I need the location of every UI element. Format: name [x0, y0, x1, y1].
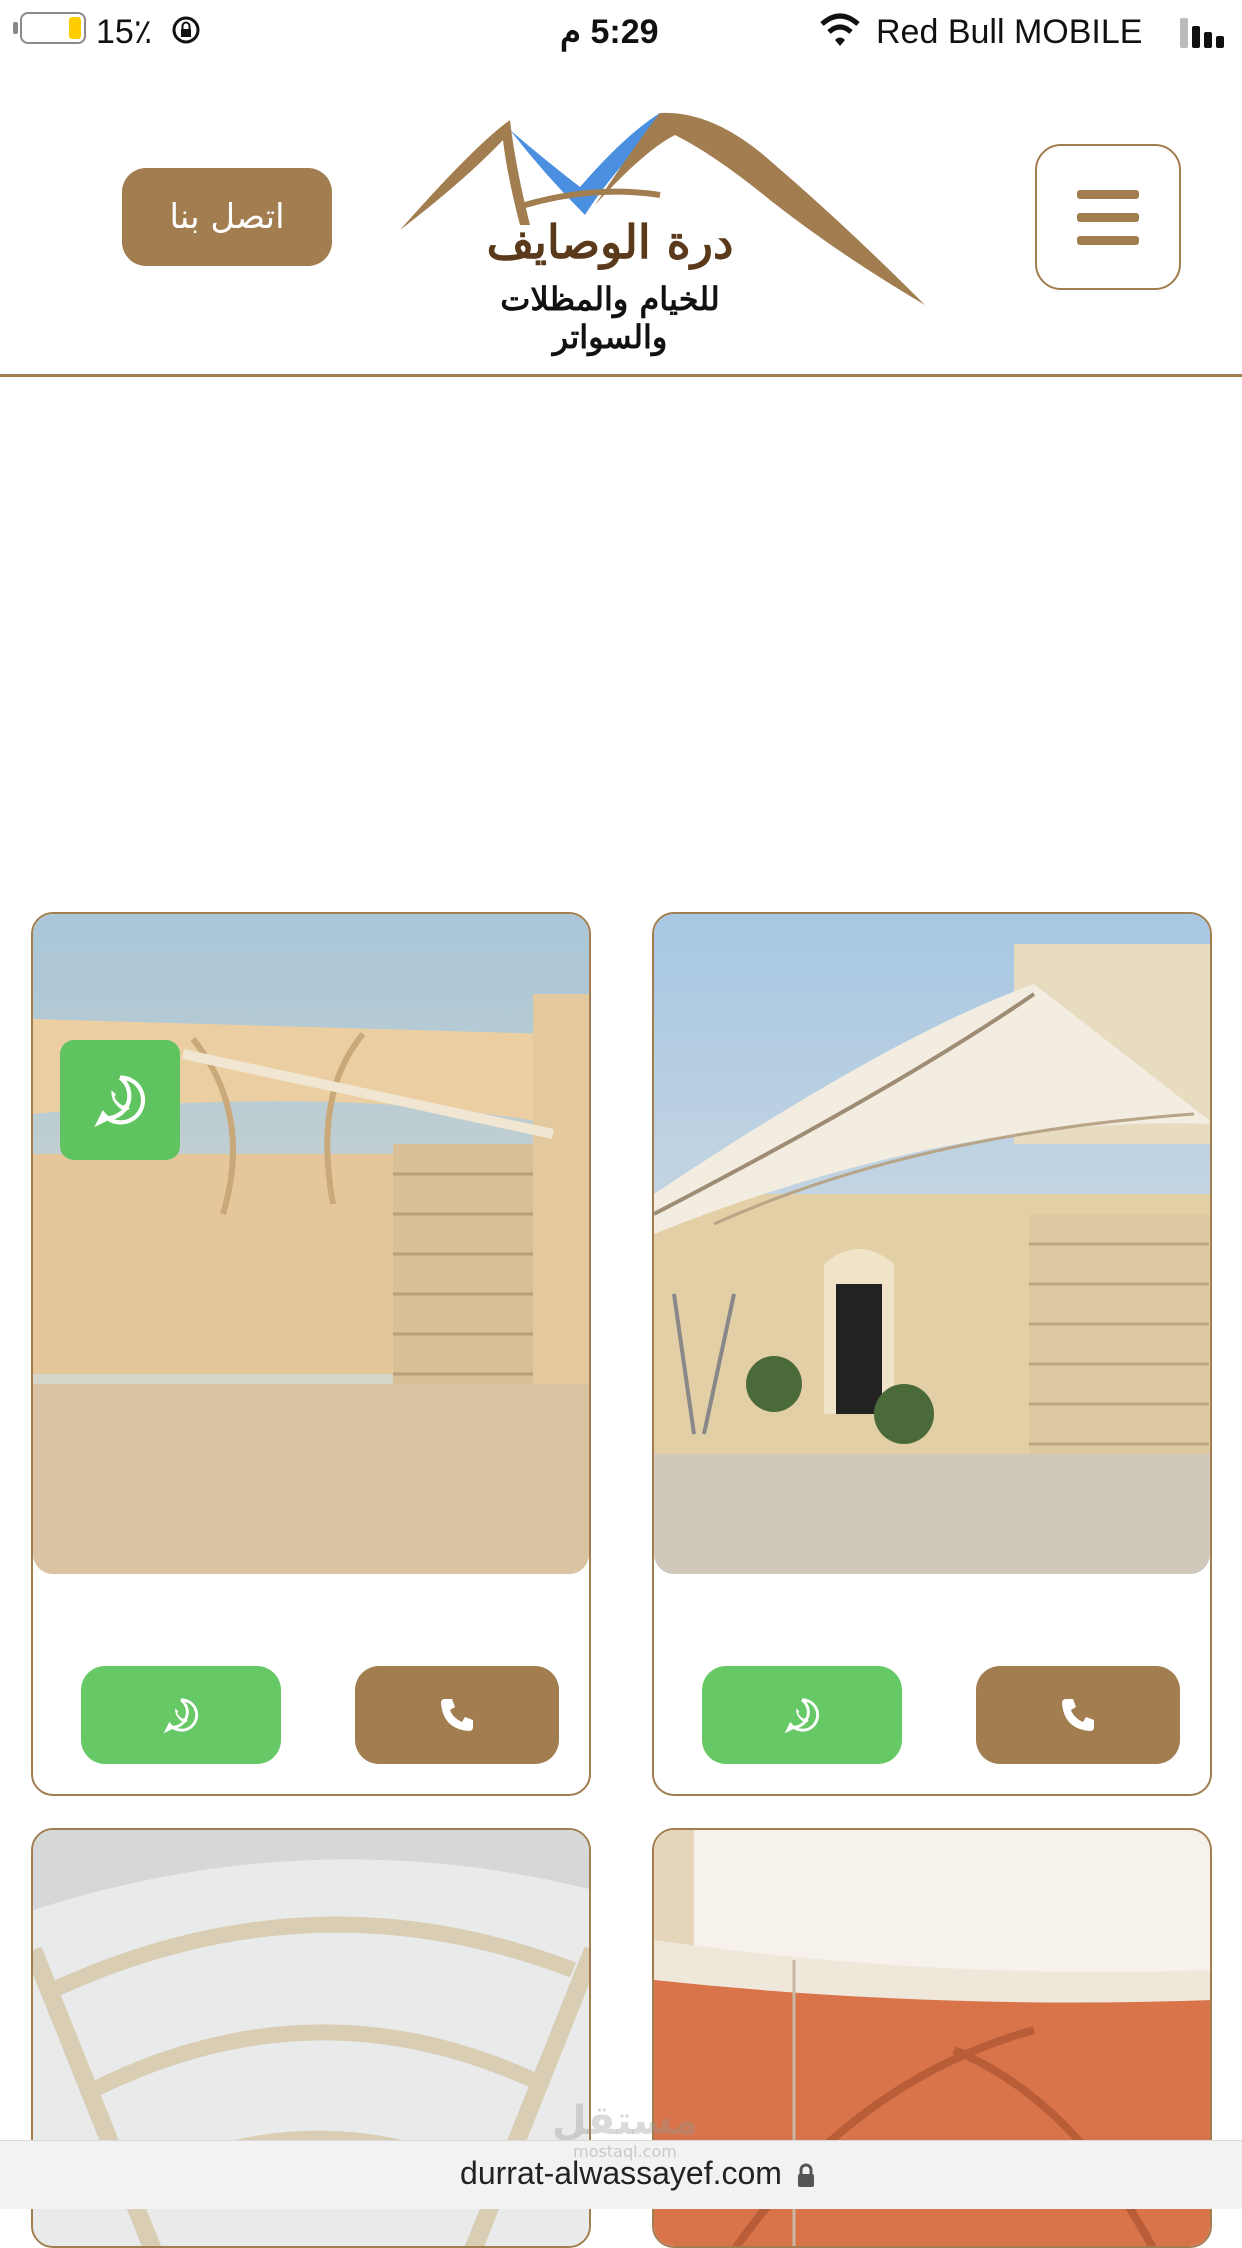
- whatsapp-icon: [94, 1075, 146, 1128]
- logo-subtitle: للخيام والمظلات والسواتر: [500, 280, 720, 356]
- lock-icon: [798, 2163, 814, 2187]
- battery-nub: [13, 22, 18, 34]
- wifi-icon: [820, 13, 860, 46]
- whatsapp-button[interactable]: [81, 1666, 281, 1764]
- battery-icon: [20, 12, 86, 44]
- battery-percent: 15٪: [96, 13, 153, 51]
- clock: 5:29 م: [560, 13, 659, 51]
- whatsapp-icon: [784, 1698, 820, 1734]
- logo-title: درة الوصايف: [486, 215, 734, 269]
- whatsapp-button[interactable]: [702, 1666, 902, 1764]
- call-button[interactable]: [355, 1666, 559, 1764]
- product-photo[interactable]: [33, 914, 589, 1574]
- signal-icon: [1180, 18, 1224, 48]
- watermark-sub: mostaql.com: [573, 2142, 677, 2161]
- watermark: مستقل: [551, 2098, 699, 2144]
- whatsapp-icon: [163, 1698, 199, 1734]
- phone-icon: [441, 1699, 473, 1731]
- product-card: [652, 912, 1212, 1796]
- contact-us-button[interactable]: اتصل بنا: [122, 168, 332, 266]
- phone-icon: [1062, 1699, 1094, 1731]
- floating-whatsapp-button[interactable]: [60, 1040, 180, 1160]
- product-photo[interactable]: [654, 914, 1210, 1574]
- call-button[interactable]: [976, 1666, 1180, 1764]
- menu-button[interactable]: [1035, 144, 1181, 290]
- status-bar: 15٪ 5:29 م Red Bull MOBILE: [0, 0, 1242, 64]
- carrier-name: Red Bull MOBILE: [876, 13, 1143, 51]
- rotation-lock-icon: [172, 16, 200, 44]
- header-divider: [0, 374, 1242, 377]
